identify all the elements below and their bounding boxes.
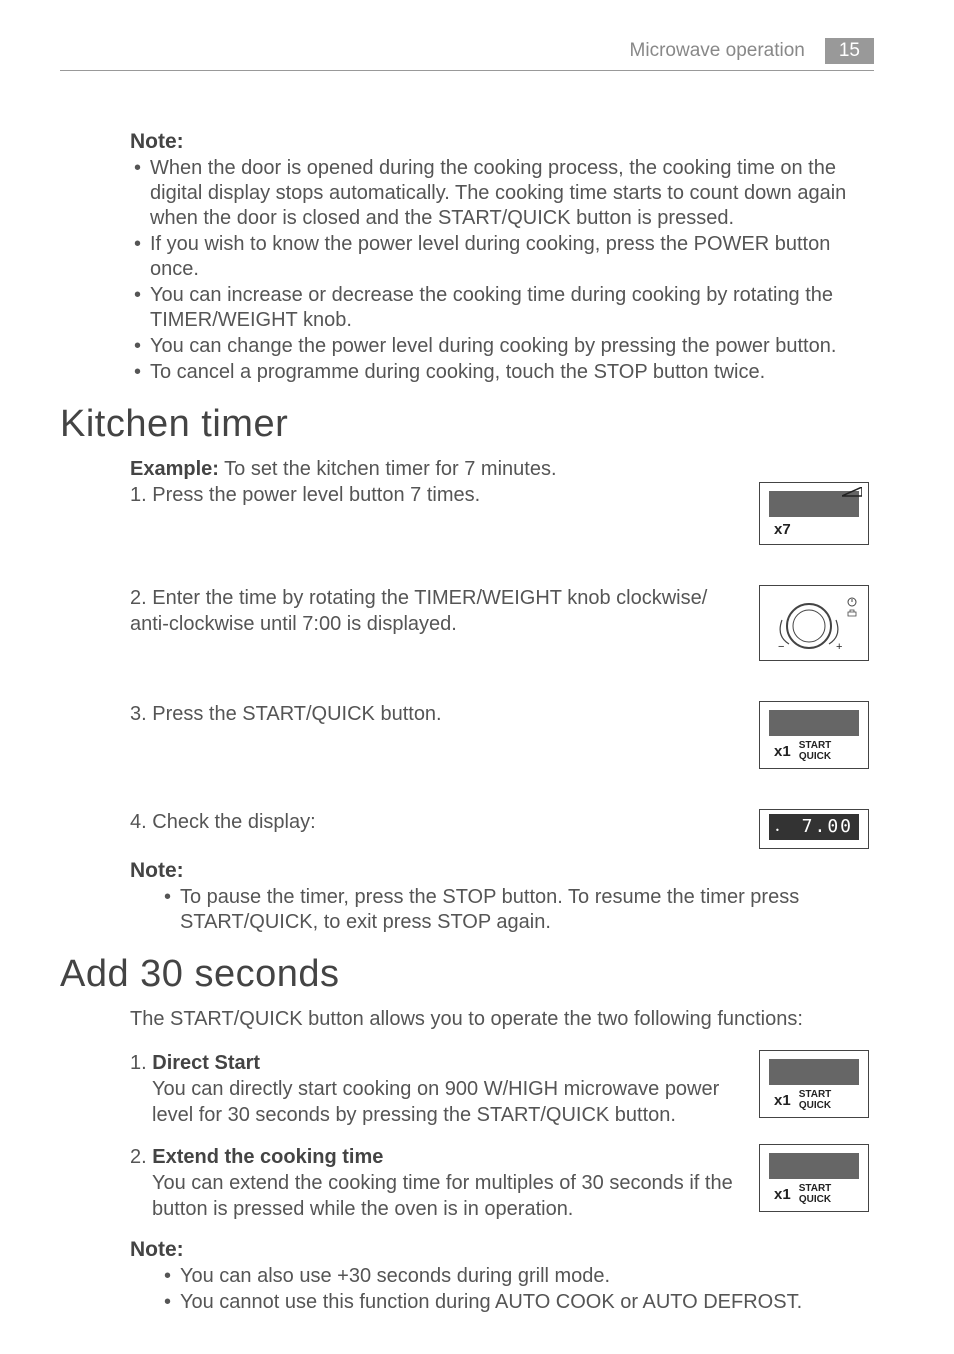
step-num: 4. xyxy=(130,811,147,833)
digital-display: •7.00 xyxy=(769,814,859,840)
note-add30-item: You cannot use this function during AUTO… xyxy=(160,1290,874,1315)
step-figure-button: x7 xyxy=(754,482,874,545)
func-heading: 2. Extend the cooking time xyxy=(130,1144,736,1170)
add30-function: 1. Direct Start You can directly start c… xyxy=(130,1050,874,1128)
svg-text:−: − xyxy=(778,641,784,653)
add30-title: Add 30 seconds xyxy=(60,953,874,996)
startquick-label: START QUICK xyxy=(799,740,832,762)
step-text: 4. Check the display: xyxy=(130,809,739,835)
func-text: You can extend the cooking time for mult… xyxy=(130,1170,736,1222)
kitchen-timer-step: 3. Press the START/QUICK button. x1 STAR… xyxy=(130,701,874,769)
startquick-line1: START xyxy=(799,1089,832,1100)
note-label-add30: Note: xyxy=(130,1238,874,1262)
step-text: 3. Press the START/QUICK button. xyxy=(130,701,739,727)
page-number: 15 xyxy=(825,38,874,64)
func-num: 1. xyxy=(130,1052,147,1074)
note-top-item: To cancel a programme during cooking, to… xyxy=(130,360,874,385)
startquick-line2: QUICK xyxy=(799,1194,832,1205)
func-figure: x1 START QUICK xyxy=(754,1050,874,1118)
note-top-item: If you wish to know the power level duri… xyxy=(130,232,874,282)
example-label: Example: xyxy=(130,458,219,480)
note-top-item: You can change the power level during co… xyxy=(130,334,874,359)
step-text: 1. Press the power level button 7 times. xyxy=(130,482,739,508)
kitchen-timer-example: Example: To set the kitchen timer for 7 … xyxy=(130,456,874,482)
startquick-line1: START xyxy=(799,1183,832,1194)
func-title: Direct Start xyxy=(152,1052,260,1074)
button-face xyxy=(769,1153,859,1179)
startquick-line1: START xyxy=(799,740,832,751)
step-body: Press the START/QUICK button. xyxy=(152,703,441,725)
timer-knob-icon: − + xyxy=(764,592,864,654)
note-kt-item: To pause the timer, press the STOP butto… xyxy=(160,885,874,935)
page-content: Note: When the door is opened during the… xyxy=(130,130,874,1316)
step-figure-display: •7.00 xyxy=(754,809,874,849)
press-count: x1 xyxy=(774,1092,791,1109)
step-body: Enter the time by rotating the TIMER/WEI… xyxy=(130,587,707,635)
button-face xyxy=(769,710,859,736)
header-section: Microwave operation xyxy=(630,40,805,62)
step-body: Check the display: xyxy=(152,811,315,833)
page-header: Microwave operation 15 xyxy=(630,38,874,64)
note-label-kt: Note: xyxy=(130,859,874,883)
display-value: 7.00 xyxy=(802,816,853,837)
startquick-line2: QUICK xyxy=(799,751,832,762)
func-heading: 1. Direct Start xyxy=(130,1050,736,1076)
func-figure: x1 START QUICK xyxy=(754,1144,874,1212)
example-text: To set the kitchen timer for 7 minutes. xyxy=(219,458,557,480)
startquick-label: START QUICK xyxy=(799,1089,832,1111)
step-num: 1. xyxy=(130,484,147,506)
step-num: 2. xyxy=(130,587,147,609)
step-body: Press the power level button 7 times. xyxy=(152,484,480,506)
step-figure-knob: − + xyxy=(754,585,874,661)
kitchen-timer-step: 1. Press the power level button 7 times.… xyxy=(130,482,874,545)
step-text: 2. Enter the time by rotating the TIMER/… xyxy=(130,585,739,637)
step-figure-startquick: x1 START QUICK xyxy=(754,701,874,769)
kitchen-timer-step: 2. Enter the time by rotating the TIMER/… xyxy=(130,585,874,661)
note-top-list: When the door is opened during the cooki… xyxy=(130,156,874,385)
button-face xyxy=(769,1059,859,1085)
note-label-top: Note: xyxy=(130,130,874,154)
note-top-item: When the door is opened during the cooki… xyxy=(130,156,874,231)
startquick-label: START QUICK xyxy=(799,1183,832,1205)
func-num: 2. xyxy=(130,1146,147,1168)
press-count: x1 xyxy=(774,1186,791,1203)
step-num: 3. xyxy=(130,703,147,725)
func-title: Extend the cooking time xyxy=(152,1146,383,1168)
press-count: x1 xyxy=(774,743,791,760)
wedge-icon xyxy=(842,487,862,497)
svg-text:+: + xyxy=(836,641,842,653)
note-kt-list: To pause the timer, press the STOP butto… xyxy=(130,885,874,935)
add30-function: 2. Extend the cooking time You can exten… xyxy=(130,1144,874,1222)
kitchen-timer-title: Kitchen timer xyxy=(60,403,874,446)
func-text: You can directly start cooking on 900 W/… xyxy=(130,1076,736,1128)
note-top-item: You can increase or decrease the cooking… xyxy=(130,283,874,333)
add30-intro: The START/QUICK button allows you to ope… xyxy=(130,1006,874,1032)
note-add30-item: You can also use +30 seconds during gril… xyxy=(160,1264,874,1289)
kitchen-timer-step: 4. Check the display: •7.00 xyxy=(130,809,874,849)
header-rule xyxy=(60,70,874,71)
press-count: x7 xyxy=(774,521,791,538)
note-add30-list: You can also use +30 seconds during gril… xyxy=(130,1264,874,1315)
startquick-line2: QUICK xyxy=(799,1100,832,1111)
